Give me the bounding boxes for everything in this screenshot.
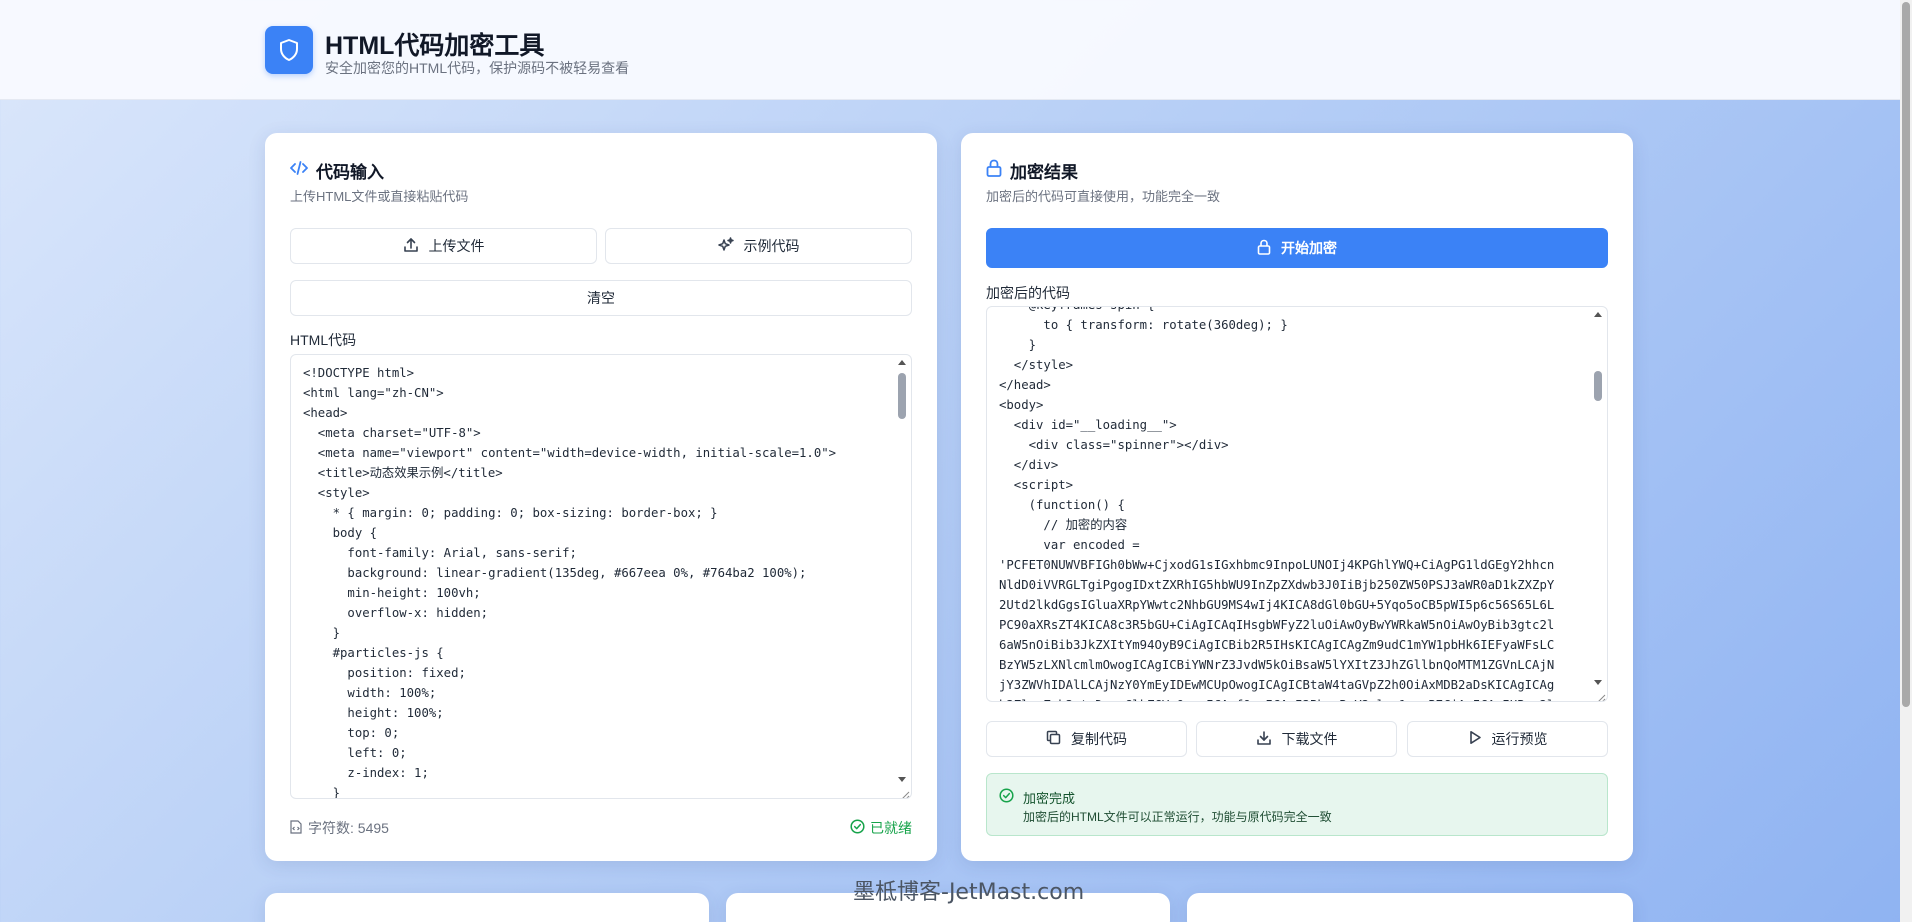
app-header: HTML代码加密工具 安全加密您的HTML代码，保护源码不被轻易查看 xyxy=(0,0,1900,100)
upload-file-label: 上传文件 xyxy=(428,238,485,254)
resize-handle-icon[interactable] xyxy=(900,787,910,798)
panel-title: 加密结果 xyxy=(986,158,1078,183)
feature-card xyxy=(1187,893,1633,922)
upload-file-button[interactable]: 上传文件 xyxy=(290,228,597,264)
copy-icon xyxy=(1046,730,1061,748)
html-code-textarea[interactable]: <!DOCTYPE html> <html lang="zh-CN"> <hea… xyxy=(290,354,912,799)
scroll-down-arrow-icon[interactable] xyxy=(898,777,906,782)
play-icon xyxy=(1468,730,1482,748)
scroll-up-arrow-icon[interactable] xyxy=(898,360,906,365)
clear-label: 清空 xyxy=(587,290,615,306)
start-encrypt-button[interactable]: 开始加密 xyxy=(986,228,1608,268)
code-scrollbar[interactable] xyxy=(895,357,909,796)
example-code-label: 示例代码 xyxy=(743,238,800,254)
upload-icon xyxy=(403,237,419,256)
encrypted-code-label: 加密后的代码 xyxy=(986,285,1070,301)
watermark-text: 墨柢博客-JetMast.com xyxy=(853,880,1085,905)
start-encrypt-label: 开始加密 xyxy=(1281,240,1337,256)
clear-button[interactable]: 清空 xyxy=(290,280,912,316)
page-scrollbar[interactable] xyxy=(1900,0,1912,922)
encrypt-result-panel: 加密结果 加密后的代码可直接使用，功能完全一致 开始加密 加密后的代码 @key… xyxy=(961,133,1633,861)
file-code-icon xyxy=(290,819,302,837)
copy-code-button[interactable]: 复制代码 xyxy=(986,721,1187,757)
panel-title-text: 加密结果 xyxy=(1010,163,1078,182)
scroll-up-arrow-icon[interactable] xyxy=(1594,312,1602,317)
success-description: 加密后的HTML文件可以正常运行，功能与原代码完全一致 xyxy=(1023,810,1332,824)
page-scroll-thumb[interactable] xyxy=(1902,2,1910,707)
scroll-thumb[interactable] xyxy=(1594,371,1602,401)
encrypted-code-textarea[interactable]: @keyframes spin { to { transform: rotate… xyxy=(986,306,1608,702)
char-count-text: 字符数: 5495 xyxy=(308,820,389,836)
sparkles-icon xyxy=(717,236,734,256)
html-code-content: <!DOCTYPE html> <html lang="zh-CN"> <hea… xyxy=(303,366,837,799)
scroll-down-arrow-icon[interactable] xyxy=(1594,680,1602,685)
copy-code-label: 复制代码 xyxy=(1071,731,1127,747)
panel-subtitle: 加密后的代码可直接使用，功能完全一致 xyxy=(986,189,1221,204)
example-code-button[interactable]: 示例代码 xyxy=(605,228,912,264)
html-code-label: HTML代码 xyxy=(290,332,357,348)
ready-status-text: 已就绪 xyxy=(870,820,912,836)
download-file-button[interactable]: 下载文件 xyxy=(1196,721,1397,757)
run-preview-label: 运行预览 xyxy=(1491,731,1548,747)
char-count: 字符数: 5495 xyxy=(290,818,389,838)
success-alert: 加密完成 加密后的HTML文件可以正常运行，功能与原代码完全一致 xyxy=(986,773,1608,836)
panel-title-text: 代码输入 xyxy=(316,163,384,182)
resize-handle-icon[interactable] xyxy=(1596,690,1606,701)
check-circle-icon xyxy=(850,819,865,837)
code-scrollbar[interactable] xyxy=(1591,309,1605,699)
check-circle-icon xyxy=(999,788,1014,808)
download-file-label: 下载文件 xyxy=(1281,731,1338,747)
shield-logo-icon xyxy=(265,26,313,74)
download-icon xyxy=(1256,730,1272,749)
scroll-thumb[interactable] xyxy=(898,373,906,419)
ready-status: 已就绪 xyxy=(850,818,912,838)
run-preview-button[interactable]: 运行预览 xyxy=(1407,721,1608,757)
lock-icon xyxy=(1257,239,1271,258)
code-icon xyxy=(290,160,308,181)
encrypted-code-content: @keyframes spin { to { transform: rotate… xyxy=(999,307,1555,701)
feature-card xyxy=(265,893,709,922)
panel-title: 代码输入 xyxy=(290,158,384,183)
app-subtitle: 安全加密您的HTML代码，保护源码不被轻易查看 xyxy=(325,60,630,76)
success-title: 加密完成 xyxy=(1023,791,1076,806)
lock-icon xyxy=(986,159,1002,182)
panel-subtitle: 上传HTML文件或直接粘贴代码 xyxy=(290,189,469,204)
app-title: HTML代码加密工具 xyxy=(325,32,545,60)
code-input-panel: 代码输入 上传HTML文件或直接粘贴代码 上传文件 示例代码 清空 HTML代码… xyxy=(265,133,937,861)
